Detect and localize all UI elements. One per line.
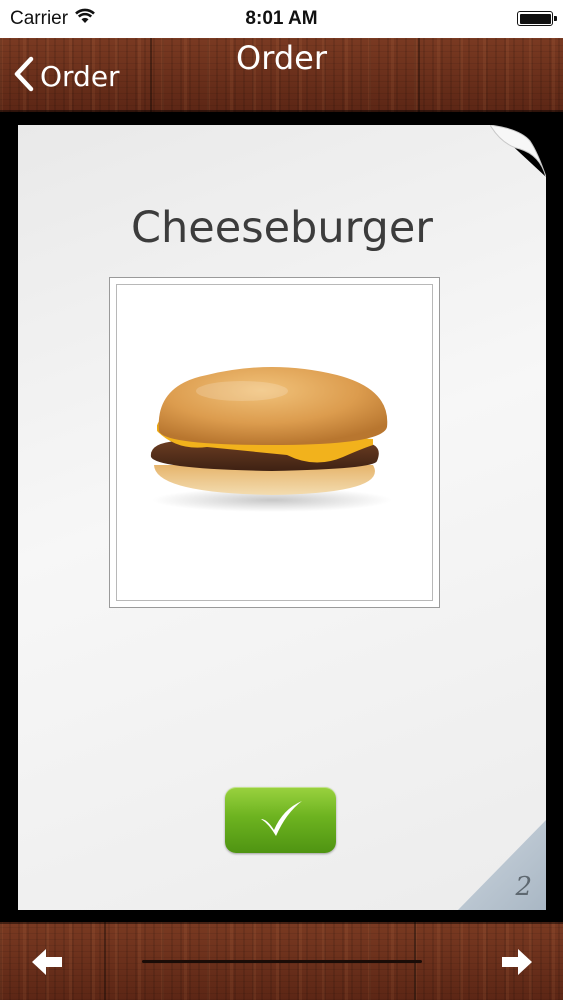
- item-photo-frame: [109, 277, 440, 608]
- page-number: 2: [515, 872, 532, 902]
- confirm-button[interactable]: [225, 787, 336, 853]
- item-title: Cheeseburger: [131, 203, 433, 253]
- back-button[interactable]: Order: [12, 56, 120, 96]
- order-card: Cheeseburger 2: [18, 125, 546, 910]
- arrow-right-icon: [500, 949, 534, 981]
- item-photo: [116, 284, 433, 601]
- wood-seam: [104, 922, 106, 1000]
- bottom-toolbar: [0, 922, 563, 1000]
- wood-seam: [418, 38, 420, 112]
- wood-seam: [150, 38, 152, 112]
- chevron-left-icon: [12, 56, 36, 96]
- next-button[interactable]: [500, 947, 534, 977]
- navigation-bar: Order: [0, 38, 563, 112]
- arrow-left-icon: [30, 949, 64, 981]
- cheeseburger-photo: [150, 367, 392, 512]
- page-curl: [490, 125, 546, 177]
- checkmark-icon: [257, 797, 305, 843]
- status-time: 8:01 AM: [245, 8, 318, 29]
- status-bar: Carrier 8:01 AM: [0, 0, 563, 38]
- page-progress-track[interactable]: [142, 960, 422, 963]
- page-corner[interactable]: 2: [458, 820, 546, 910]
- battery-icon: [517, 11, 557, 26]
- previous-button[interactable]: [30, 947, 64, 977]
- back-label: Order: [40, 59, 120, 93]
